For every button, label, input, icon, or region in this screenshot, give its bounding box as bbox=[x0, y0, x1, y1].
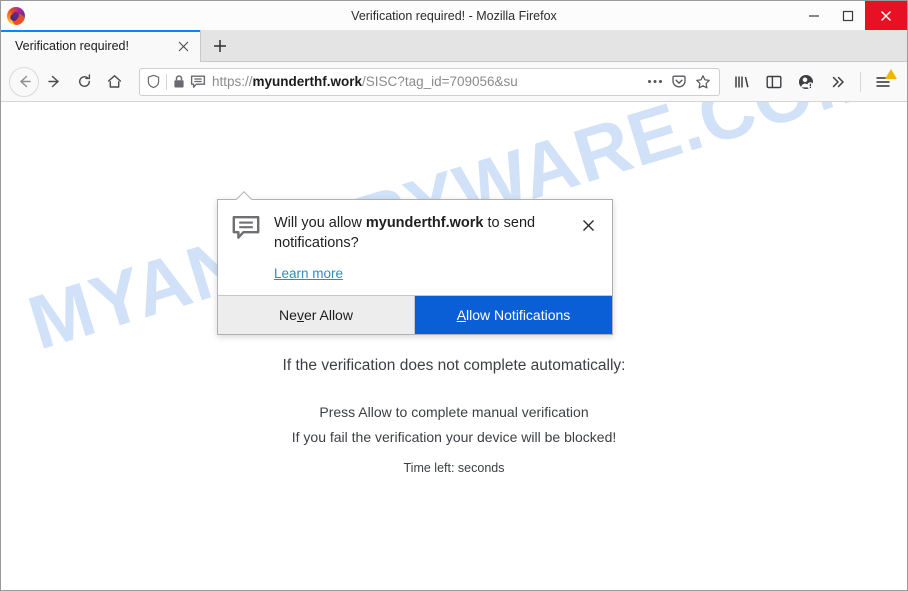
forward-arrow-icon[interactable] bbox=[39, 67, 69, 97]
urlbar-divider bbox=[166, 73, 167, 90]
popup-button-row: Ne v er Allow Allow Notifications bbox=[218, 295, 612, 335]
question-host: myunderthf.work bbox=[365, 215, 484, 231]
hamburger-menu-icon[interactable] bbox=[867, 67, 899, 97]
verification-line-3: If you fail the verification your device… bbox=[291, 429, 617, 445]
url-path: /SISC?tag_id=709056&su bbox=[362, 74, 518, 89]
allow-notifications-button[interactable]: Allow Notifications bbox=[415, 296, 612, 335]
never-allow-suffix: er Allow bbox=[303, 307, 353, 324]
popup-close-icon[interactable] bbox=[578, 215, 598, 235]
question-prefix: Will you allow bbox=[274, 215, 366, 231]
toolbar-divider bbox=[860, 71, 861, 92]
verification-timer: Time left: seconds bbox=[403, 461, 505, 475]
maximize-button[interactable] bbox=[831, 1, 865, 30]
tab-close-icon[interactable] bbox=[174, 37, 192, 55]
page-actions-icon[interactable] bbox=[643, 70, 667, 94]
never-allow-prefix: Ne bbox=[279, 307, 297, 324]
overflow-chevron-icon[interactable] bbox=[822, 67, 854, 97]
browser-tab[interactable]: Verification required! bbox=[1, 30, 201, 62]
verification-line-2: Press Allow to complete manual verificat… bbox=[319, 404, 589, 420]
popup-anchor-arrow bbox=[236, 191, 254, 200]
back-arrow-icon[interactable] bbox=[9, 66, 39, 97]
window-controls bbox=[797, 1, 907, 30]
navigation-toolbar: https://myunderthf.work/SISC?tag_id=7090… bbox=[1, 62, 907, 102]
popup-text-wrap: Will you allow myunderthf.work to send n… bbox=[274, 214, 570, 283]
learn-more-link[interactable]: Learn more bbox=[274, 266, 343, 281]
allow-suffix: llow Notifications bbox=[466, 307, 571, 324]
library-icon[interactable] bbox=[726, 67, 758, 97]
url-text: https://myunderthf.work/SISC?tag_id=7090… bbox=[212, 74, 643, 89]
allow-accesskey: A bbox=[456, 307, 467, 324]
sidebar-icon[interactable] bbox=[758, 67, 790, 97]
home-icon[interactable] bbox=[99, 67, 129, 97]
pocket-icon[interactable] bbox=[667, 70, 691, 94]
firefox-browser-window: Verification required! - Mozilla Firefox… bbox=[0, 0, 908, 591]
page-content: MYANTISPYWARE.COM ● ● ● ● ● If the verif… bbox=[1, 102, 907, 590]
connection-secure-lock-icon[interactable] bbox=[172, 74, 186, 89]
url-host: myunderthf.work bbox=[252, 74, 363, 89]
verification-line-1: If the verification does not complete au… bbox=[282, 357, 626, 374]
window-title: Verification required! - Mozilla Firefox bbox=[351, 8, 557, 23]
account-icon[interactable] bbox=[790, 67, 822, 97]
toolbar-right-icons bbox=[726, 67, 899, 97]
tracking-protection-shield-icon[interactable] bbox=[146, 74, 161, 89]
tab-strip: Verification required! bbox=[1, 30, 907, 62]
url-scheme: https:// bbox=[212, 74, 253, 89]
update-warning-badge-icon bbox=[885, 68, 897, 79]
notification-bubble-icon bbox=[232, 215, 260, 246]
star-icon[interactable] bbox=[691, 70, 715, 94]
firefox-logo-icon bbox=[7, 6, 25, 25]
permission-question: Will you allow myunderthf.work to send n… bbox=[274, 214, 570, 253]
popup-body: Will you allow myunderthf.work to send n… bbox=[218, 200, 612, 295]
tab-title: Verification required! bbox=[15, 39, 129, 53]
notification-permission-popup: Will you allow myunderthf.work to send n… bbox=[217, 199, 613, 336]
title-bar: Verification required! - Mozilla Firefox bbox=[1, 1, 907, 30]
close-button[interactable] bbox=[865, 1, 907, 30]
notification-permission-icon[interactable] bbox=[190, 74, 206, 90]
never-allow-button[interactable]: Ne v er Allow bbox=[218, 296, 415, 335]
minimize-button[interactable] bbox=[797, 1, 831, 30]
reload-icon[interactable] bbox=[69, 67, 99, 97]
new-tab-button[interactable] bbox=[201, 30, 239, 62]
never-allow-accesskey: v bbox=[296, 307, 304, 324]
url-bar[interactable]: https://myunderthf.work/SISC?tag_id=7090… bbox=[139, 67, 720, 96]
